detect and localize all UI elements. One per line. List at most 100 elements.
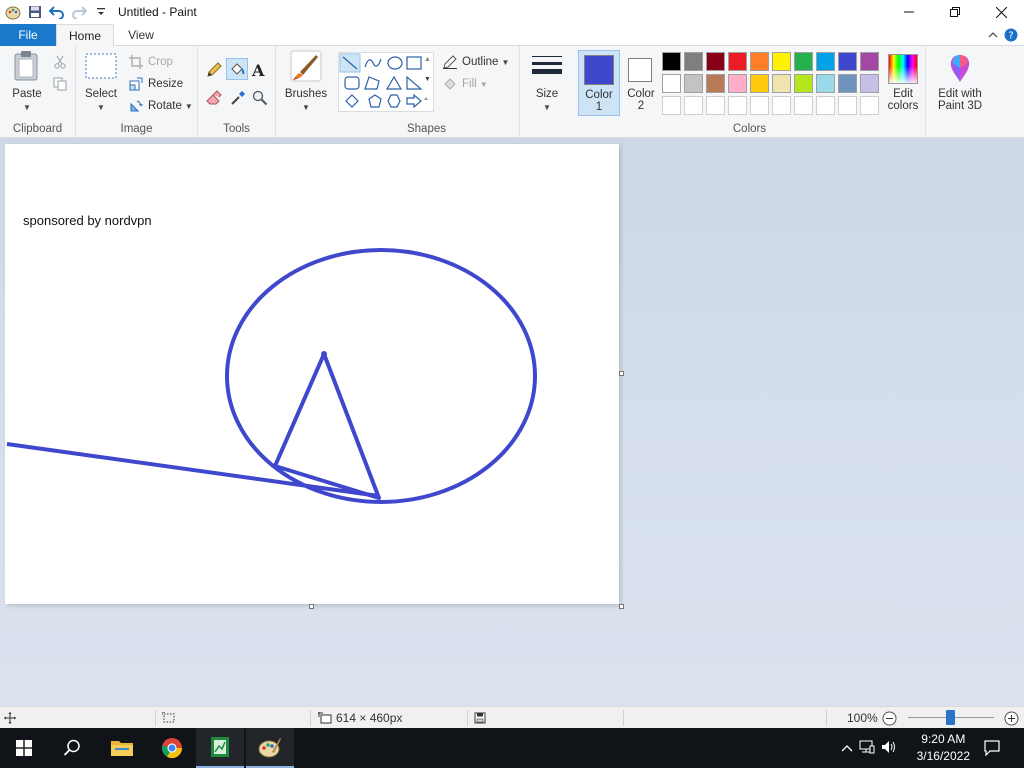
image-size-icon <box>318 712 332 724</box>
status-bar: 614 × 460px 100% <box>0 706 1024 728</box>
palette-swatch[interactable] <box>772 96 791 115</box>
palette-swatch[interactable] <box>772 52 791 71</box>
search-button[interactable] <box>48 728 96 768</box>
palette-swatch[interactable] <box>794 96 813 115</box>
file-size-icon <box>474 707 486 729</box>
zoom-in-button[interactable] <box>1004 707 1019 729</box>
restore-button[interactable] <box>932 0 978 24</box>
save-icon[interactable] <box>24 1 46 23</box>
chevron-down-icon[interactable]: ▼ <box>424 76 431 83</box>
crop-button[interactable]: Crop <box>128 52 173 72</box>
pencil-tool[interactable] <box>206 60 226 80</box>
brushes-button[interactable]: Brushes ▼ <box>285 50 327 114</box>
pencil-icon <box>206 62 222 78</box>
resize-handle-right[interactable] <box>619 371 624 376</box>
palette-swatch[interactable] <box>816 96 835 115</box>
color-picker-tool[interactable] <box>230 88 250 108</box>
minimize-button[interactable] <box>886 0 932 24</box>
palette-swatch[interactable] <box>684 52 703 71</box>
palette-swatch[interactable] <box>838 74 857 93</box>
file-explorer-button[interactable] <box>98 728 146 768</box>
palette-swatch[interactable] <box>728 52 747 71</box>
magnifier-tool[interactable] <box>252 88 272 108</box>
redo-icon[interactable] <box>68 1 90 23</box>
undo-icon[interactable] <box>46 1 68 23</box>
chevron-down-icon: ▼ <box>543 103 551 112</box>
network-icon[interactable] <box>856 740 878 757</box>
show-hidden-icons-icon[interactable] <box>838 741 856 755</box>
drawing-canvas[interactable]: sponsored by nordvpn <box>5 144 619 604</box>
ribbon-tabs: File Home View ? <box>0 24 1024 47</box>
zoom-level: 100% <box>847 711 878 725</box>
outline-button[interactable]: Outline ▼ <box>442 52 509 72</box>
palette-swatch[interactable] <box>860 52 879 71</box>
volume-icon[interactable] <box>878 740 900 757</box>
palette-swatch[interactable] <box>706 96 725 115</box>
palette-swatch[interactable] <box>728 96 747 115</box>
cut-button[interactable] <box>52 52 72 72</box>
size-button[interactable]: Size ▼ <box>528 50 566 114</box>
palette-swatch[interactable] <box>728 74 747 93</box>
zoom-out-button[interactable] <box>882 707 897 729</box>
chevron-up-icon[interactable]: ▲ <box>424 56 431 63</box>
customize-qat-icon[interactable] <box>90 1 112 23</box>
select-button[interactable]: Select ▼ <box>82 50 120 114</box>
colors-group: Color 1 Color 2 Edit colors Colors <box>574 46 926 138</box>
tab-file[interactable]: File <box>0 24 56 46</box>
edit-colors-button[interactable]: Edit colors <box>882 50 924 116</box>
zoom-slider-thumb[interactable] <box>946 710 955 725</box>
palette-swatch[interactable] <box>750 96 769 115</box>
palette-swatch[interactable] <box>794 52 813 71</box>
palette-swatch[interactable] <box>684 96 703 115</box>
rotate-icon <box>128 98 144 114</box>
palette-swatch[interactable] <box>816 52 835 71</box>
resize-button[interactable]: Resize <box>128 74 183 94</box>
color2-button[interactable]: Color 2 <box>622 50 660 116</box>
resize-handle-corner[interactable] <box>619 604 624 609</box>
chrome-button[interactable] <box>148 728 196 768</box>
resize-handle-bottom[interactable] <box>309 604 314 609</box>
paste-button[interactable]: Paste ▼ <box>8 50 46 114</box>
palette-swatch[interactable] <box>706 52 725 71</box>
notifications-button[interactable] <box>970 728 1014 768</box>
palette-swatch[interactable] <box>662 96 681 115</box>
tab-view[interactable]: View <box>116 24 166 46</box>
palette-swatch[interactable] <box>706 74 725 93</box>
close-button[interactable] <box>978 0 1024 24</box>
text-tool[interactable]: A <box>252 60 264 80</box>
palette-swatch[interactable] <box>684 74 703 93</box>
palette-swatch[interactable] <box>838 96 857 115</box>
rotate-button[interactable]: Rotate ▼ <box>128 96 193 116</box>
edit-with-paint3d-button[interactable]: Edit with Paint 3D <box>930 50 990 120</box>
zoom-slider[interactable] <box>906 707 996 729</box>
taskbar: 9:20 AM 3/16/2022 <box>0 728 1024 768</box>
paint3d-icon <box>944 52 976 84</box>
palette-swatch[interactable] <box>750 74 769 93</box>
palette-swatch[interactable] <box>860 74 879 93</box>
tab-home[interactable]: Home <box>56 24 114 47</box>
canvas-workspace: sponsored by nordvpn <box>0 138 1024 706</box>
collapse-ribbon-icon[interactable] <box>984 24 1002 46</box>
paint-taskbar-button[interactable] <box>246 728 294 768</box>
palette-swatch[interactable] <box>860 96 879 115</box>
palette-swatch[interactable] <box>816 74 835 93</box>
palette-swatch[interactable] <box>662 52 681 71</box>
help-icon[interactable]: ? <box>1002 24 1020 46</box>
paint-app-icon[interactable] <box>2 1 24 23</box>
fill-tool[interactable] <box>226 58 248 80</box>
sheets-app-button[interactable] <box>196 728 244 768</box>
palette-swatch[interactable] <box>662 74 681 93</box>
crop-icon <box>128 54 144 70</box>
fill-button[interactable]: Fill ▼ <box>442 74 488 94</box>
color1-button[interactable]: Color 1 <box>578 50 620 116</box>
palette-swatch[interactable] <box>772 74 791 93</box>
more-shapes-icon[interactable]: ⩡ <box>424 96 428 104</box>
palette-swatch[interactable] <box>750 52 769 71</box>
windows-logo-icon <box>16 740 32 756</box>
start-button[interactable] <box>0 728 48 768</box>
palette-swatch[interactable] <box>838 52 857 71</box>
palette-swatch[interactable] <box>794 74 813 93</box>
eraser-tool[interactable] <box>206 88 226 108</box>
taskbar-clock[interactable]: 9:20 AM 3/16/2022 <box>917 731 970 765</box>
copy-button[interactable] <box>52 74 72 94</box>
